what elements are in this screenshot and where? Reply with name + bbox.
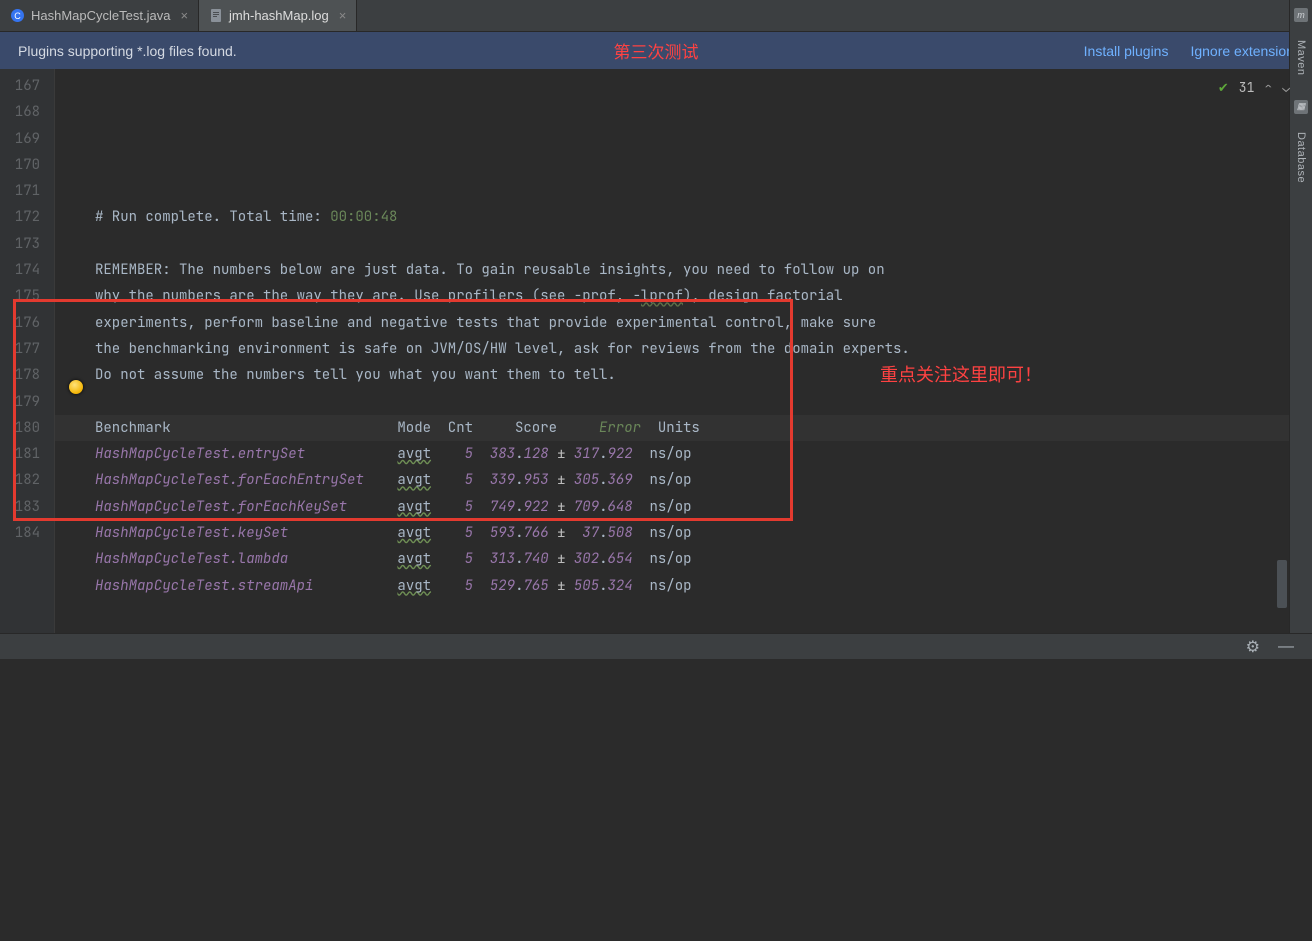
editor: 167 168 169 170 171 172 173 174 175 176 … xyxy=(0,69,1312,633)
close-icon[interactable]: × xyxy=(178,8,190,23)
install-plugins-link[interactable]: Install plugins xyxy=(1084,43,1169,59)
line-gutter: 167 168 169 170 171 172 173 174 175 176 … xyxy=(0,69,55,633)
database-icon[interactable]: ▦ xyxy=(1294,100,1308,114)
close-icon[interactable]: × xyxy=(337,8,349,23)
intention-bulb-icon[interactable] xyxy=(69,380,83,394)
inspection-count: 31 xyxy=(1239,75,1255,101)
status-bar: ⚙ — xyxy=(0,633,1312,659)
java-class-icon: C xyxy=(10,8,25,23)
ignore-extension-link[interactable]: Ignore extension xyxy=(1190,43,1294,59)
prev-highlight-icon[interactable]: ⌃ xyxy=(1264,75,1272,101)
notice-actions: Install plugins Ignore extension xyxy=(1084,43,1294,59)
notice-text: Plugins supporting *.log files found. xyxy=(18,43,237,59)
next-highlight-icon[interactable]: ⌄ xyxy=(1282,75,1290,101)
annotation-focus-text: 重点关注这里即可！ xyxy=(880,363,1042,389)
plugin-notice-bar: Plugins supporting *.log files found. 第三… xyxy=(0,32,1312,69)
code-area[interactable]: # Run complete. Total time: 00:00:48 REM… xyxy=(55,69,1312,633)
tab-label: HashMapCycleTest.java xyxy=(31,8,170,23)
maven-icon[interactable]: m xyxy=(1294,8,1308,22)
tab-label: jmh-hashMap.log xyxy=(229,8,329,23)
tab-java-file[interactable]: C HashMapCycleTest.java × xyxy=(0,0,199,31)
tab-log-file[interactable]: jmh-hashMap.log × xyxy=(199,0,357,31)
text-file-icon xyxy=(209,8,223,23)
code-content: # Run complete. Total time: 00:00:48 REM… xyxy=(95,152,1312,625)
inspection-indicators: ✔ 31 ⌃ ⌄ xyxy=(1218,75,1290,101)
annotation-test-number: 第三次测试 xyxy=(614,38,699,63)
editor-tabs: C HashMapCycleTest.java × jmh-hashMap.lo… xyxy=(0,0,1312,32)
settings-gear-icon[interactable]: ⚙ xyxy=(1246,637,1260,657)
svg-text:C: C xyxy=(14,11,21,21)
maven-tool-button[interactable]: Maven xyxy=(1295,40,1307,76)
inspection-check-icon[interactable]: ✔ xyxy=(1218,75,1229,101)
minimize-icon[interactable]: — xyxy=(1278,638,1294,656)
